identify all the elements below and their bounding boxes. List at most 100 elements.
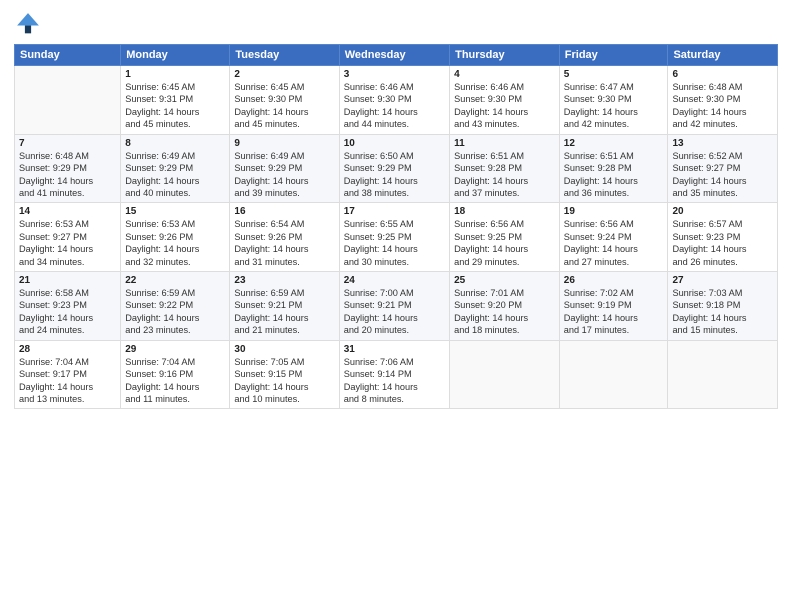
calendar-cell: 14Sunrise: 6:53 AM Sunset: 9:27 PM Dayli… (15, 203, 121, 272)
cell-text: Sunrise: 6:56 AM Sunset: 9:25 PM Dayligh… (454, 218, 555, 268)
cell-text: Sunrise: 6:49 AM Sunset: 9:29 PM Dayligh… (125, 150, 225, 200)
calendar-cell: 27Sunrise: 7:03 AM Sunset: 9:18 PM Dayli… (668, 272, 778, 341)
calendar-cell: 16Sunrise: 6:54 AM Sunset: 9:26 PM Dayli… (230, 203, 339, 272)
day-number: 22 (125, 275, 225, 286)
day-number: 5 (564, 69, 664, 80)
cell-text: Sunrise: 7:04 AM Sunset: 9:16 PM Dayligh… (125, 356, 225, 406)
cell-text: Sunrise: 6:46 AM Sunset: 9:30 PM Dayligh… (344, 81, 445, 131)
calendar-cell: 5Sunrise: 6:47 AM Sunset: 9:30 PM Daylig… (559, 66, 668, 135)
cell-text: Sunrise: 6:53 AM Sunset: 9:27 PM Dayligh… (19, 218, 116, 268)
cell-text: Sunrise: 7:06 AM Sunset: 9:14 PM Dayligh… (344, 356, 445, 406)
calendar-cell: 17Sunrise: 6:55 AM Sunset: 9:25 PM Dayli… (339, 203, 449, 272)
day-number: 7 (19, 138, 116, 149)
calendar-cell: 26Sunrise: 7:02 AM Sunset: 9:19 PM Dayli… (559, 272, 668, 341)
cell-text: Sunrise: 7:04 AM Sunset: 9:17 PM Dayligh… (19, 356, 116, 406)
calendar-cell (450, 340, 560, 409)
day-number: 29 (125, 344, 225, 355)
calendar-cell: 25Sunrise: 7:01 AM Sunset: 9:20 PM Dayli… (450, 272, 560, 341)
day-number: 19 (564, 206, 664, 217)
calendar-cell: 28Sunrise: 7:04 AM Sunset: 9:17 PM Dayli… (15, 340, 121, 409)
day-number: 28 (19, 344, 116, 355)
cell-text: Sunrise: 6:48 AM Sunset: 9:29 PM Dayligh… (19, 150, 116, 200)
day-number: 24 (344, 275, 445, 286)
calendar-cell: 1Sunrise: 6:45 AM Sunset: 9:31 PM Daylig… (121, 66, 230, 135)
calendar-cell: 8Sunrise: 6:49 AM Sunset: 9:29 PM Daylig… (121, 134, 230, 203)
week-row-4: 21Sunrise: 6:58 AM Sunset: 9:23 PM Dayli… (15, 272, 778, 341)
calendar-cell: 31Sunrise: 7:06 AM Sunset: 9:14 PM Dayli… (339, 340, 449, 409)
day-number: 6 (672, 69, 773, 80)
day-number: 23 (234, 275, 334, 286)
day-number: 1 (125, 69, 225, 80)
cell-text: Sunrise: 6:53 AM Sunset: 9:26 PM Dayligh… (125, 218, 225, 268)
week-row-5: 28Sunrise: 7:04 AM Sunset: 9:17 PM Dayli… (15, 340, 778, 409)
cell-text: Sunrise: 6:59 AM Sunset: 9:22 PM Dayligh… (125, 287, 225, 337)
day-number: 12 (564, 138, 664, 149)
week-row-3: 14Sunrise: 6:53 AM Sunset: 9:27 PM Dayli… (15, 203, 778, 272)
cell-text: Sunrise: 6:47 AM Sunset: 9:30 PM Dayligh… (564, 81, 664, 131)
calendar-cell: 6Sunrise: 6:48 AM Sunset: 9:30 PM Daylig… (668, 66, 778, 135)
page: SundayMondayTuesdayWednesdayThursdayFrid… (0, 0, 792, 612)
day-number: 26 (564, 275, 664, 286)
day-number: 17 (344, 206, 445, 217)
cell-text: Sunrise: 7:02 AM Sunset: 9:19 PM Dayligh… (564, 287, 664, 337)
weekday-header-monday: Monday (121, 45, 230, 66)
day-number: 21 (19, 275, 116, 286)
day-number: 9 (234, 138, 334, 149)
calendar-cell: 4Sunrise: 6:46 AM Sunset: 9:30 PM Daylig… (450, 66, 560, 135)
cell-text: Sunrise: 6:55 AM Sunset: 9:25 PM Dayligh… (344, 218, 445, 268)
day-number: 15 (125, 206, 225, 217)
calendar-cell: 11Sunrise: 6:51 AM Sunset: 9:28 PM Dayli… (450, 134, 560, 203)
cell-text: Sunrise: 6:59 AM Sunset: 9:21 PM Dayligh… (234, 287, 334, 337)
calendar-cell: 29Sunrise: 7:04 AM Sunset: 9:16 PM Dayli… (121, 340, 230, 409)
cell-text: Sunrise: 6:57 AM Sunset: 9:23 PM Dayligh… (672, 218, 773, 268)
day-number: 2 (234, 69, 334, 80)
weekday-header-sunday: Sunday (15, 45, 121, 66)
calendar: SundayMondayTuesdayWednesdayThursdayFrid… (14, 44, 778, 409)
calendar-cell: 24Sunrise: 7:00 AM Sunset: 9:21 PM Dayli… (339, 272, 449, 341)
weekday-header-saturday: Saturday (668, 45, 778, 66)
week-row-2: 7Sunrise: 6:48 AM Sunset: 9:29 PM Daylig… (15, 134, 778, 203)
day-number: 18 (454, 206, 555, 217)
day-number: 11 (454, 138, 555, 149)
cell-text: Sunrise: 6:46 AM Sunset: 9:30 PM Dayligh… (454, 81, 555, 131)
weekday-header-row: SundayMondayTuesdayWednesdayThursdayFrid… (15, 45, 778, 66)
week-row-1: 1Sunrise: 6:45 AM Sunset: 9:31 PM Daylig… (15, 66, 778, 135)
cell-text: Sunrise: 6:51 AM Sunset: 9:28 PM Dayligh… (454, 150, 555, 200)
day-number: 13 (672, 138, 773, 149)
calendar-cell: 22Sunrise: 6:59 AM Sunset: 9:22 PM Dayli… (121, 272, 230, 341)
calendar-cell: 7Sunrise: 6:48 AM Sunset: 9:29 PM Daylig… (15, 134, 121, 203)
header (14, 10, 778, 38)
calendar-cell: 21Sunrise: 6:58 AM Sunset: 9:23 PM Dayli… (15, 272, 121, 341)
calendar-cell: 3Sunrise: 6:46 AM Sunset: 9:30 PM Daylig… (339, 66, 449, 135)
calendar-cell: 23Sunrise: 6:59 AM Sunset: 9:21 PM Dayli… (230, 272, 339, 341)
weekday-header-thursday: Thursday (450, 45, 560, 66)
calendar-cell: 15Sunrise: 6:53 AM Sunset: 9:26 PM Dayli… (121, 203, 230, 272)
day-number: 20 (672, 206, 773, 217)
day-number: 3 (344, 69, 445, 80)
cell-text: Sunrise: 7:00 AM Sunset: 9:21 PM Dayligh… (344, 287, 445, 337)
cell-text: Sunrise: 6:45 AM Sunset: 9:30 PM Dayligh… (234, 81, 334, 131)
day-number: 31 (344, 344, 445, 355)
day-number: 30 (234, 344, 334, 355)
calendar-cell: 10Sunrise: 6:50 AM Sunset: 9:29 PM Dayli… (339, 134, 449, 203)
day-number: 8 (125, 138, 225, 149)
calendar-cell: 2Sunrise: 6:45 AM Sunset: 9:30 PM Daylig… (230, 66, 339, 135)
cell-text: Sunrise: 6:51 AM Sunset: 9:28 PM Dayligh… (564, 150, 664, 200)
calendar-cell: 12Sunrise: 6:51 AM Sunset: 9:28 PM Dayli… (559, 134, 668, 203)
day-number: 14 (19, 206, 116, 217)
weekday-header-wednesday: Wednesday (339, 45, 449, 66)
weekday-header-tuesday: Tuesday (230, 45, 339, 66)
cell-text: Sunrise: 7:05 AM Sunset: 9:15 PM Dayligh… (234, 356, 334, 406)
weekday-header-friday: Friday (559, 45, 668, 66)
logo-icon (14, 10, 42, 38)
cell-text: Sunrise: 6:48 AM Sunset: 9:30 PM Dayligh… (672, 81, 773, 131)
cell-text: Sunrise: 6:52 AM Sunset: 9:27 PM Dayligh… (672, 150, 773, 200)
day-number: 27 (672, 275, 773, 286)
cell-text: Sunrise: 6:45 AM Sunset: 9:31 PM Dayligh… (125, 81, 225, 131)
calendar-cell (559, 340, 668, 409)
calendar-cell: 13Sunrise: 6:52 AM Sunset: 9:27 PM Dayli… (668, 134, 778, 203)
cell-text: Sunrise: 6:54 AM Sunset: 9:26 PM Dayligh… (234, 218, 334, 268)
calendar-cell: 20Sunrise: 6:57 AM Sunset: 9:23 PM Dayli… (668, 203, 778, 272)
calendar-cell (15, 66, 121, 135)
day-number: 16 (234, 206, 334, 217)
